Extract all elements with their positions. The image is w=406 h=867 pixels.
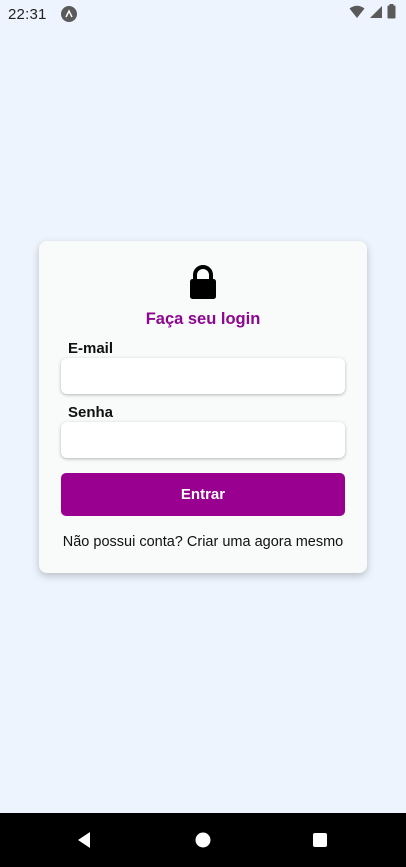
login-title: Faça seu login [145,310,261,328]
login-card: Faça seu login E-mail Senha Entrar Não p… [39,241,367,573]
status-left: 22:31 [8,6,77,23]
recents-icon[interactable] [310,830,330,850]
email-label: E-mail [68,340,114,357]
email-input[interactable] [61,358,345,394]
signup-text: Não possui conta? Criar uma agora mesmo [39,534,367,550]
password-label: Senha [68,404,114,421]
status-time: 22:31 [8,5,47,23]
wifi-icon [349,5,365,24]
login-button[interactable]: Entrar [61,473,345,516]
signup-prompt: Não possui conta? [62,534,183,550]
home-icon[interactable] [193,830,213,850]
status-right [349,4,396,24]
status-bar: 22:31 [0,0,406,28]
battery-icon [387,4,396,24]
navigation-bar [0,813,406,867]
back-icon[interactable] [74,830,94,850]
password-input[interactable] [61,422,345,458]
cellular-signal-icon [369,5,383,24]
signup-link[interactable]: Criar uma agora mesmo [187,534,343,550]
app-notification-icon [60,6,77,22]
lock-icon [189,265,217,301]
